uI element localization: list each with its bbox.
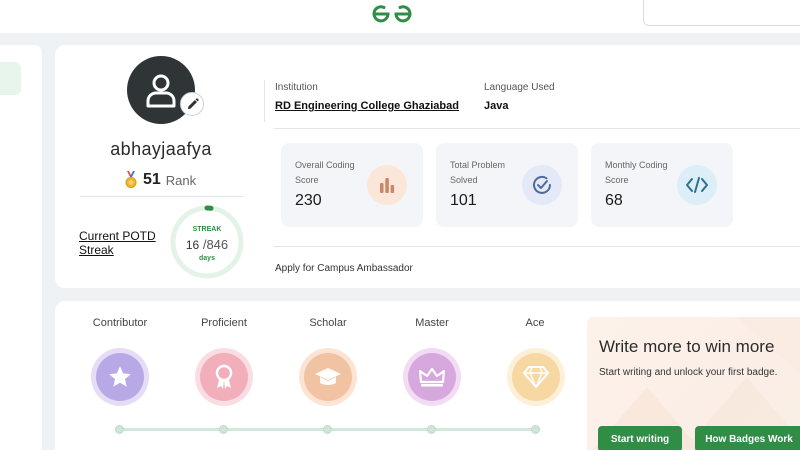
campus-ambassador-link[interactable]: Apply for Campus Ambassador <box>275 263 413 274</box>
graduation-cap-icon <box>315 368 341 385</box>
edit-avatar-button[interactable] <box>180 92 204 116</box>
streak-title: STREAK <box>192 226 222 233</box>
top-bar <box>0 0 800 33</box>
badge-master[interactable] <box>403 348 461 406</box>
crown-icon <box>418 367 446 387</box>
badge-progress-dot <box>427 425 436 434</box>
rank-label: Rank <box>165 172 197 188</box>
institution-link[interactable]: RD Engineering College Ghaziabad <box>275 100 459 112</box>
badge-name-master: Master <box>415 317 449 329</box>
institution-label: Institution <box>275 82 318 93</box>
pencil-icon <box>187 97 199 109</box>
promo-title: Write more to win more <box>599 337 775 356</box>
code-icon <box>677 165 717 205</box>
stat-label: Total Problem Solved <box>450 160 506 185</box>
language-value: Java <box>484 100 509 112</box>
stat-value: 230 <box>295 192 322 209</box>
apply-divider <box>274 246 800 247</box>
rank-value: 51 <box>143 171 161 188</box>
stat-value: 101 <box>450 192 477 209</box>
badge-proficient[interactable] <box>195 348 253 406</box>
badge-progress-dot <box>531 425 540 434</box>
info-divider <box>274 128 800 129</box>
potd-streak-link[interactable]: Current POTD Streak <box>79 229 174 257</box>
streak-count: 16 /846 <box>168 237 246 252</box>
medal-icon <box>125 171 137 188</box>
badge-name-scholar: Scholar <box>309 317 347 329</box>
user-icon <box>146 74 176 108</box>
badge-name-ace: Ace <box>525 317 545 329</box>
badge-name-proficient: Proficient <box>201 317 247 329</box>
language-label: Language Used <box>484 82 555 93</box>
diamond-icon <box>523 366 549 388</box>
badge-scholar[interactable] <box>299 348 357 406</box>
stat-value: 68 <box>605 192 623 209</box>
stat-label: Monthly Coding Score <box>605 160 668 185</box>
info-vertical-divider <box>264 80 265 122</box>
badge-contributor[interactable] <box>91 348 149 406</box>
how-badges-work-button[interactable]: How Badges Work <box>695 426 800 450</box>
bar-chart-icon <box>367 165 407 205</box>
star-icon <box>109 366 131 387</box>
badge-name-contributor: Contributor <box>92 317 148 329</box>
stat-label: Overall Coding Score <box>295 160 355 185</box>
stat-card-problems-solved: Total Problem Solved 101 <box>436 143 578 227</box>
check-circle-icon <box>522 165 562 205</box>
rosette-icon <box>215 364 233 389</box>
sidebar-active-item[interactable] <box>0 62 21 95</box>
streak-days-label: days <box>199 255 215 262</box>
badge-progress-dot <box>115 425 124 434</box>
streak-total: /846 <box>202 237 229 252</box>
badge-ace[interactable] <box>507 348 565 406</box>
streak-current: 16 <box>185 238 200 252</box>
stat-card-overall-score: Overall Coding Score 230 <box>281 143 423 227</box>
stat-card-monthly-score: Monthly Coding Score 68 <box>591 143 733 227</box>
potd-label-line2: Streak <box>79 243 114 257</box>
rank-row: 51 Rank <box>124 171 196 189</box>
badge-progress-dot <box>323 425 332 434</box>
top-search-box[interactable] <box>643 0 800 26</box>
gfg-logo-icon[interactable] <box>371 3 413 25</box>
badge-progress-dot <box>219 425 228 434</box>
start-writing-button[interactable]: Start writing <box>598 426 682 450</box>
left-sidebar <box>0 45 42 450</box>
username: abhayjaafya <box>110 139 212 159</box>
promo-subtitle: Start writing and unlock your first badg… <box>599 367 778 378</box>
rank-divider <box>80 196 244 197</box>
potd-label-line1: Current POTD <box>79 229 156 243</box>
